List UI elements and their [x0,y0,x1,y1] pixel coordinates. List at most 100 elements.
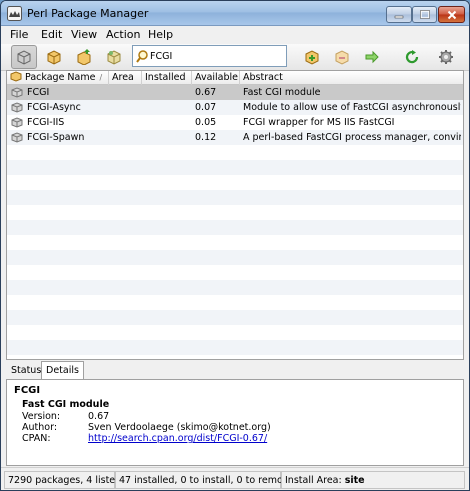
cell-available: 0.67 [195,87,217,98]
column-header-label: Package Name [25,72,96,83]
details-package-name: FCGI [14,385,41,396]
window-title: Perl Package Manager [27,7,149,20]
column-header-label: Area [112,72,134,83]
column-header-area[interactable]: Area [109,71,142,85]
refresh-icon [405,50,419,64]
app-window: Perl Package Manager File Edit View Acti… [0,0,470,491]
minimize-button[interactable] [386,6,412,23]
empty-row [7,220,463,235]
install-area-value: site [344,475,365,486]
toolbar [1,44,469,71]
cell-name: FCGI-Async [27,102,81,113]
mark-remove-icon [335,50,349,65]
install-area-label: Install Area: [285,475,342,486]
menu-file[interactable]: File [10,28,28,41]
column-header-package-name[interactable]: Package Name / [7,71,109,85]
run-actions-icon [365,50,379,64]
empty-row [7,295,463,310]
preferences-button[interactable] [433,45,459,69]
status-action-counts: 47 installed, 0 to install, 0 to remove [115,471,294,489]
upgradable-packages-icon [77,49,91,65]
search-icon [136,50,148,63]
cell-abstract: FCGI wrapper for MS IIS FastCGI [243,117,395,128]
details-cpan-label: CPAN: [22,433,51,444]
details-author-label: Author: [22,422,58,433]
tab-label: Status [11,365,42,376]
details-cpan-link[interactable]: http://search.cpan.org/dist/FCGI-0.67/ [88,433,267,444]
view-upgradable-packages-button[interactable] [71,45,97,69]
empty-row [7,340,463,355]
refresh-button[interactable] [399,45,425,69]
menu-action[interactable]: Action [106,28,140,41]
menu-edit[interactable]: Edit [41,28,62,41]
package-icon [11,117,23,128]
package-icon [11,87,23,98]
empty-row [7,265,463,280]
table-row[interactable]: FCGI 0.67 Fast CGI module [7,85,463,100]
details-description: Fast CGI module [22,399,110,410]
mark-remove-button[interactable] [329,45,355,69]
table-row[interactable]: FCGI-IIS 0.05 FCGI wrapper for MS IIS Fast… [7,115,463,130]
view-modified-packages-button[interactable] [101,45,127,69]
empty-row [7,250,463,265]
menu-bar: File Edit View Action Help [1,26,469,44]
info-tabs: Status Details [6,361,464,380]
empty-row [7,205,463,220]
maximize-icon [419,10,430,19]
minimize-icon [394,15,404,18]
package-column-icon [10,71,22,82]
preferences-gear-icon [439,50,453,64]
empty-row [7,235,463,250]
close-button[interactable] [438,6,465,23]
details-version-value: 0.67 [88,411,110,422]
empty-row [7,325,463,340]
details-version-label: Version: [22,411,61,422]
camel-app-icon [7,6,22,21]
cell-available: 0.05 [195,117,217,128]
empty-row [7,190,463,205]
column-header-label: Installed [145,72,186,83]
view-all-packages-button[interactable] [11,45,37,69]
menu-help[interactable]: Help [148,28,173,41]
empty-row [7,145,463,160]
status-package-count: 7290 packages, 4 listed [4,471,121,489]
search-box[interactable] [132,45,287,67]
modified-packages-icon [107,50,121,65]
column-header-available[interactable]: Available [192,71,240,85]
column-header-abstract[interactable]: Abstract [240,71,463,85]
column-header-installed[interactable]: Installed [142,71,192,85]
table-row[interactable]: FCGI-Spawn 0.12 A perl-based FastCGI proce… [7,130,463,145]
search-input[interactable] [150,49,282,63]
table-row[interactable]: FCGI-Async 0.07 Module to allow use of Fas… [7,100,463,115]
status-bar: 7290 packages, 4 listed 47 installed, 0 … [1,467,469,490]
package-icon [11,132,23,143]
package-icon [11,102,23,113]
tab-details[interactable]: Details [41,361,84,380]
maximize-button[interactable] [412,6,437,23]
mark-install-icon [305,50,319,65]
run-marked-actions-button[interactable] [359,45,385,69]
empty-row [7,310,463,325]
column-header-label: Abstract [243,72,283,83]
details-panel: FCGI Fast CGI module Version: 0.67 Autho… [6,379,464,466]
title-bar[interactable]: Perl Package Manager [1,1,469,26]
tab-status[interactable]: Status [7,363,45,379]
cell-abstract: Fast CGI module [243,87,321,98]
cell-name: FCGI-IIS [27,117,65,128]
empty-row [7,280,463,295]
sort-indicator: / [99,73,103,82]
cell-available: 0.12 [195,132,217,143]
all-packages-icon [17,50,31,65]
menu-view[interactable]: View [71,28,97,41]
cell-abstract: A perl-based FastCGI process manager, co… [243,132,461,143]
package-list[interactable]: Package Name / Area Installed Available A… [6,70,464,360]
cell-abstract: Module to allow use of FastCGI asynchron… [243,102,461,113]
column-header-label: Available [195,72,239,83]
empty-row [7,175,463,190]
view-installed-packages-button[interactable] [41,45,67,69]
status-install-area: Install Area: site [281,471,465,489]
cell-available: 0.07 [195,102,217,113]
cell-name: FCGI [27,87,50,98]
mark-install-button[interactable] [299,45,325,69]
table-header: Package Name / Area Installed Available A… [7,71,463,85]
